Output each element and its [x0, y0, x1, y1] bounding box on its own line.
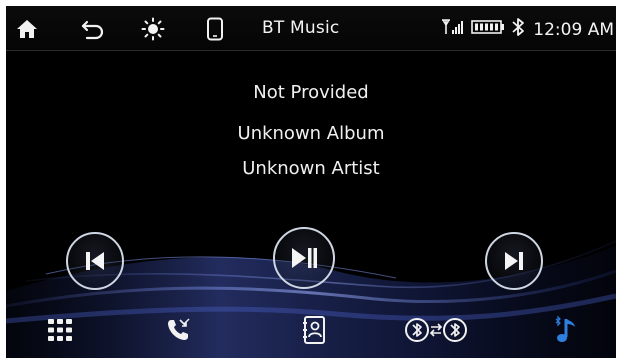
call-log-button[interactable] — [154, 310, 202, 350]
home-icon[interactable] — [14, 16, 40, 42]
artist-name: Unknown Artist — [242, 158, 380, 179]
screen-title: BT Music — [262, 18, 340, 38]
bluetooth-music-icon — [555, 315, 575, 342]
apps-grid-icon — [48, 319, 72, 341]
next-track-icon — [505, 252, 523, 270]
previous-track-button[interactable] — [66, 232, 124, 290]
status-indicators: 12:09 AM — [441, 17, 614, 42]
call-log-icon — [168, 318, 190, 340]
contacts-icon — [303, 316, 325, 344]
phone-device-icon[interactable] — [202, 16, 228, 42]
apps-grid-button[interactable] — [36, 310, 84, 350]
status-bar: BT Music 12:09 AM — [6, 6, 616, 51]
signal-icon — [441, 18, 465, 41]
bottom-nav — [6, 304, 616, 358]
play-pause-button[interactable] — [273, 227, 335, 289]
track-title: Not Provided — [253, 82, 369, 103]
contacts-button[interactable] — [290, 310, 338, 350]
clock: 12:09 AM — [533, 19, 614, 40]
battery-icon — [471, 19, 505, 40]
bluetooth-music-button[interactable] — [544, 310, 592, 350]
bt-music-screen: BT Music 12:09 AM Not Provided Unknown A… — [6, 6, 616, 358]
bluetooth-connect-button[interactable] — [404, 310, 468, 350]
bluetooth-icon — [511, 17, 525, 42]
album-name: Unknown Album — [237, 123, 385, 144]
play-pause-icon — [292, 248, 317, 268]
previous-track-icon — [86, 252, 104, 270]
brightness-icon[interactable] — [140, 16, 166, 42]
bluetooth-connect-icon — [405, 318, 467, 342]
back-icon[interactable] — [80, 16, 106, 42]
next-track-button[interactable] — [485, 232, 543, 290]
